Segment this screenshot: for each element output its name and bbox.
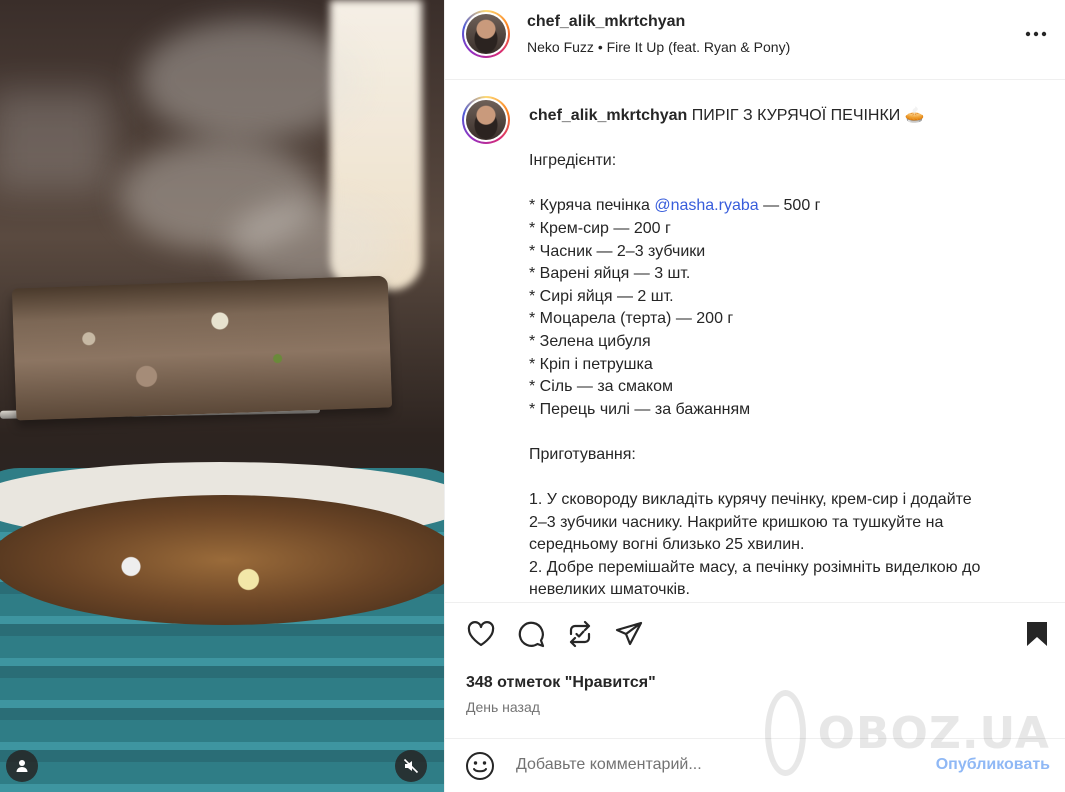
ingredient-item: * Крем-сир — 200 г <box>529 219 671 237</box>
heart-icon <box>467 621 495 647</box>
caption-avatar[interactable] <box>462 96 510 144</box>
music-info[interactable]: Neko Fuzz • Fire It Up (feat. Ryan & Pon… <box>527 39 790 55</box>
muted-speaker-icon <box>403 758 419 774</box>
ingredient-item: * Перець чилі — за бажанням <box>529 400 751 418</box>
pie-in-dish <box>0 495 444 625</box>
save-button[interactable] <box>1021 618 1053 650</box>
music-separator: • <box>597 39 603 55</box>
background-light <box>0 90 110 190</box>
music-artist: Neko Fuzz <box>527 39 594 55</box>
share-button[interactable] <box>613 618 645 650</box>
action-bar <box>445 604 1065 666</box>
repost-icon <box>569 620 591 648</box>
comment-input[interactable]: Добавьте комментарий... <box>516 756 702 774</box>
pie-emoji-icon: 🥧 <box>904 107 925 124</box>
repost-button[interactable] <box>564 618 596 650</box>
mention-link[interactable]: @nasha.ryaba <box>654 197 758 214</box>
preparation-step: 2. Добре перемішайте масу, а печінку роз… <box>529 558 981 576</box>
ingredient-item: * Моцарела (терта) — 200 г <box>529 310 734 328</box>
post-details-panel: chef_alik_mkrtchyan Neko Fuzz • Fire It … <box>444 0 1065 792</box>
preparation-step: 1. У сковороду викладіть курячу печінку,… <box>529 491 972 509</box>
ingredient-item: * Зелена цибуля <box>529 332 651 350</box>
watermark-text: OBOZ.UA <box>817 707 1050 759</box>
user-tag-icon <box>16 760 28 772</box>
share-icon <box>615 621 643 646</box>
emoji-button[interactable] <box>465 751 495 781</box>
post-caption: chef_alik_mkrtchyan ПИРІГ З КУРЯЧОЇ ПЕЧІ… <box>529 105 1039 602</box>
ingredients-heading: Інгредієнти: <box>529 152 617 170</box>
steam <box>140 20 360 140</box>
header-username[interactable]: chef_alik_mkrtchyan <box>527 13 685 31</box>
emoji-icon <box>466 752 494 780</box>
pie-slice <box>11 275 393 421</box>
post-header: chef_alik_mkrtchyan Neko Fuzz • Fire It … <box>445 0 1065 80</box>
music-track: Fire It Up (feat. Ryan & Pony) <box>606 39 791 55</box>
comment-button[interactable] <box>515 618 547 650</box>
ingredient-item: * Сирі яйця — 2 шт. <box>529 287 674 305</box>
user-tag-button[interactable] <box>6 750 38 782</box>
preparation-step: невеликих шматочків. <box>529 581 690 599</box>
caption-title: ПИРІГ З КУРЯЧОЇ ПЕЧІНКИ <box>691 107 901 124</box>
oboz-watermark: OBOZ.UA <box>765 688 1050 778</box>
caption-header: chef_alik_mkrtchyan ПИРІГ З КУРЯЧОЇ ПЕЧІ… <box>529 105 1039 128</box>
post-time[interactable]: День назад <box>466 699 540 715</box>
likes-count[interactable]: 348 отметок "Нравится" <box>466 674 656 692</box>
post-media[interactable] <box>0 0 444 792</box>
preparation-step: 2–3 зубчики часнику. Накрийте кришкою та… <box>529 513 944 531</box>
comment-icon <box>518 621 545 648</box>
preparation-step: середньому вогні близько 25 хвилин. <box>529 536 805 554</box>
ingredient-item: * Кріп і петрушка <box>529 355 653 373</box>
caption-username[interactable]: chef_alik_mkrtchyan <box>529 107 687 124</box>
ingredient-item: * Куряча печінка @nasha.ryaba — 500 г <box>529 197 821 215</box>
bookmark-icon <box>1027 622 1047 646</box>
like-button[interactable] <box>465 618 497 650</box>
mute-button[interactable] <box>395 750 427 782</box>
avatar[interactable] <box>462 10 510 58</box>
preparation-heading: Приготування: <box>529 445 636 463</box>
watermark-logo-icon <box>765 690 806 776</box>
ingredient-item: * Варені яйця — 3 шт. <box>529 265 691 283</box>
ingredient-item: * Часник — 2–3 зубчики <box>529 242 706 260</box>
ingredient-item: * Сіль — за смаком <box>529 378 673 396</box>
more-options-button[interactable] <box>1018 22 1054 46</box>
caption-scroll-area[interactable]: chef_alik_mkrtchyan ПИРІГ З КУРЯЧОЇ ПЕЧІ… <box>445 81 1065 603</box>
more-icon <box>1025 31 1047 37</box>
